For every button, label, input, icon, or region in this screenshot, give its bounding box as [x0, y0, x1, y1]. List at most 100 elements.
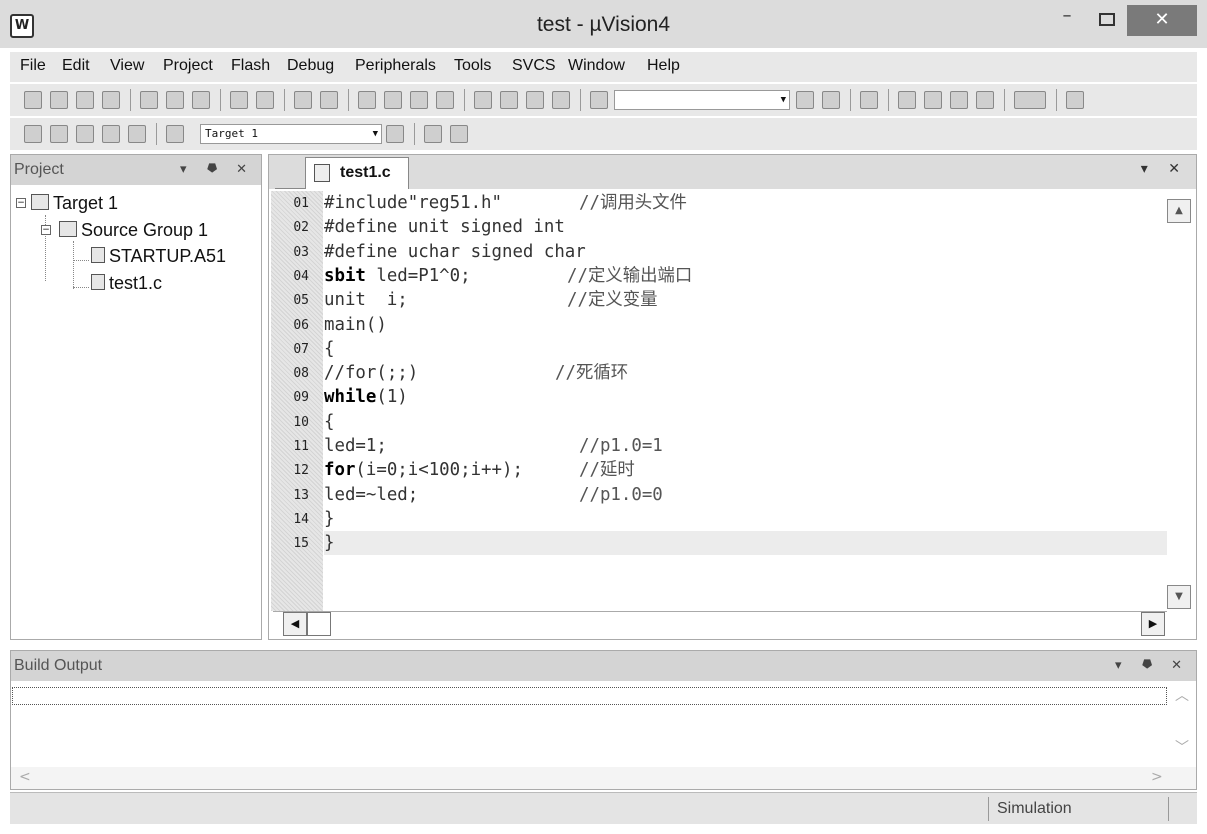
code-line[interactable]: {: [324, 410, 334, 434]
menu-file[interactable]: File: [20, 57, 46, 75]
code-line[interactable]: }: [324, 531, 334, 555]
editor-controls[interactable]: ▾ ✕: [1141, 161, 1188, 177]
new-file-icon[interactable]: [24, 91, 42, 109]
target-select[interactable]: Target 1 ▼: [200, 124, 382, 144]
code-line[interactable]: sbit led=P1^0;: [324, 264, 471, 288]
find-in-files-icon[interactable]: [590, 91, 608, 109]
download-icon[interactable]: [166, 125, 184, 143]
chevron-down-icon[interactable]: ▼: [373, 125, 378, 143]
code-line[interactable]: unit i;: [324, 288, 408, 312]
code-line[interactable]: led=1;: [324, 434, 387, 458]
insert-breakpoint-icon[interactable]: [898, 91, 916, 109]
code-line[interactable]: main(): [324, 313, 387, 337]
batch-build-icon[interactable]: [102, 125, 120, 143]
navigate-forward-icon[interactable]: [320, 91, 338, 109]
tree-item-label: Source Group 1: [81, 220, 209, 240]
code-line[interactable]: //for(;;): [324, 361, 418, 385]
prev-bookmark-icon[interactable]: [384, 91, 402, 109]
minimize-button[interactable]: –: [1050, 5, 1084, 36]
save-icon[interactable]: [76, 91, 94, 109]
code-line[interactable]: #define uchar signed char: [324, 240, 586, 264]
menu-svcs[interactable]: SVCS: [512, 57, 556, 75]
incremental-find-icon[interactable]: [822, 91, 840, 109]
unindent-icon[interactable]: [500, 91, 518, 109]
build-vertical-scrollbar[interactable]: ︿ ﹀: [1170, 685, 1194, 775]
translate-icon[interactable]: [24, 125, 42, 143]
menu-debug[interactable]: Debug: [287, 57, 334, 75]
build-horizontal-scrollbar[interactable]: < >: [11, 767, 1196, 789]
paste-icon[interactable]: [192, 91, 210, 109]
chevron-down-icon[interactable]: ﹀: [1170, 737, 1194, 757]
scroll-up-icon[interactable]: ▲: [1167, 199, 1191, 223]
code-line[interactable]: #include"reg51.h": [324, 191, 502, 215]
debug-session-icon[interactable]: [860, 91, 878, 109]
code-line[interactable]: for(i=0;i<100;i++);: [324, 458, 523, 482]
code-line[interactable]: {: [324, 337, 334, 361]
save-all-icon[interactable]: [102, 91, 120, 109]
menu-flash[interactable]: Flash: [231, 57, 270, 75]
build-output-text[interactable]: [12, 687, 1167, 705]
find-combo[interactable]: ▼: [614, 90, 790, 110]
rebuild-icon[interactable]: [76, 125, 94, 143]
chevron-down-icon[interactable]: ▼: [781, 91, 786, 109]
tab-test1[interactable]: test1.c: [305, 157, 409, 189]
chevron-left-icon[interactable]: <: [19, 769, 31, 785]
comment-icon[interactable]: [526, 91, 544, 109]
indent-icon[interactable]: [474, 91, 492, 109]
horizontal-scrollbar[interactable]: ◀ ▶: [273, 611, 1167, 636]
code-line[interactable]: led=~led;: [324, 483, 418, 507]
find-icon[interactable]: [796, 91, 814, 109]
open-file-icon[interactable]: [50, 91, 68, 109]
uncomment-icon[interactable]: [552, 91, 570, 109]
scroll-right-icon[interactable]: ▶: [1141, 612, 1165, 636]
disable-breakpoints-icon[interactable]: [950, 91, 968, 109]
panel-controls[interactable]: ▾ ⯂ ✕: [180, 161, 255, 177]
next-bookmark-icon[interactable]: [410, 91, 428, 109]
undo-icon[interactable]: [230, 91, 248, 109]
chevron-up-icon[interactable]: ︿: [1170, 685, 1194, 705]
clear-bookmarks-icon[interactable]: [436, 91, 454, 109]
line-number: 06: [293, 317, 309, 333]
tree-item-startup[interactable]: STARTUP.A51: [91, 244, 226, 268]
code-line[interactable]: while(1): [324, 385, 408, 409]
menu-view[interactable]: View: [110, 57, 144, 75]
menu-project[interactable]: Project: [163, 57, 213, 75]
target-options-icon[interactable]: [386, 125, 404, 143]
scroll-left-icon[interactable]: ◀: [283, 612, 307, 636]
cut-icon[interactable]: [140, 91, 158, 109]
bookmark-icon[interactable]: [358, 91, 376, 109]
manage-components-icon[interactable]: [424, 125, 442, 143]
kill-breakpoints-icon[interactable]: [976, 91, 994, 109]
menu-window[interactable]: Window: [568, 57, 625, 75]
build-icon[interactable]: [50, 125, 68, 143]
redo-icon[interactable]: [256, 91, 274, 109]
window-title: test - µVision4: [536, 13, 671, 36]
code-line[interactable]: }: [324, 507, 334, 531]
chevron-right-icon[interactable]: >: [1151, 769, 1163, 785]
enable-breakpoint-icon[interactable]: [924, 91, 942, 109]
vertical-scrollbar[interactable]: ▲ ▼: [1167, 195, 1193, 611]
menu-peripherals[interactable]: Peripherals: [355, 57, 436, 75]
stop-build-icon[interactable]: [128, 125, 146, 143]
panel-controls[interactable]: ▾ ⯂ ✕: [1115, 657, 1190, 673]
close-button[interactable]: ✕: [1127, 5, 1197, 36]
menu-help[interactable]: Help: [647, 57, 680, 75]
collapse-toggle[interactable]: −: [41, 225, 51, 235]
menu-tools[interactable]: Tools: [454, 57, 491, 75]
code-text: {: [324, 411, 335, 432]
menu-edit[interactable]: Edit: [62, 57, 90, 75]
configure-icon[interactable]: [1066, 91, 1084, 109]
code-line[interactable]: #define unit signed int: [324, 215, 565, 239]
tree-item-target[interactable]: Target 1: [31, 191, 118, 215]
toolbar-separator: [220, 89, 221, 111]
window-layout-icon[interactable]: [1014, 91, 1046, 109]
collapse-toggle[interactable]: −: [16, 198, 26, 208]
navigate-back-icon[interactable]: [294, 91, 312, 109]
tree-item-test1[interactable]: test1.c: [91, 271, 162, 295]
copy-icon[interactable]: [166, 91, 184, 109]
tree-item-source-group[interactable]: Source Group 1: [59, 218, 208, 242]
scroll-down-icon[interactable]: ▼: [1167, 585, 1191, 609]
maximize-button[interactable]: [1090, 5, 1124, 36]
scroll-thumb[interactable]: [307, 612, 331, 636]
file-extensions-icon[interactable]: [450, 125, 468, 143]
